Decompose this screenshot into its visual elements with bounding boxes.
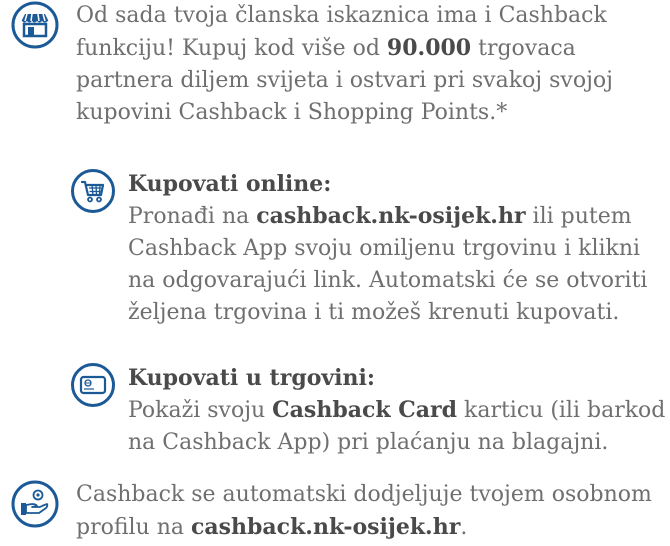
profile-link[interactable]: cashback.nk-osijek.hr <box>191 514 460 540</box>
storefront-icon <box>10 0 60 50</box>
store-heading: Kupovati u trgovini: <box>128 365 375 391</box>
online-text: Kupovati online: Pronađi na cashback.nk-… <box>128 168 670 329</box>
footer-section: Cashback se automatski dodjeljuje tvojem… <box>10 479 670 544</box>
card-icon <box>70 362 116 408</box>
intro-section: Od sada tvoja članska iskaznica ima i Ca… <box>10 0 670 129</box>
hand-coin-icon <box>10 479 60 529</box>
cashback-link[interactable]: cashback.nk-osijek.hr <box>256 203 525 229</box>
intro-text: Od sada tvoja članska iskaznica ima i Ca… <box>76 3 613 125</box>
store-section: Kupovati u trgovini: Pokaži svoju Cashba… <box>70 362 670 459</box>
shopping-cart-icon <box>70 168 116 214</box>
partner-count: 90.000 <box>386 35 472 61</box>
online-heading: Kupovati online: <box>128 171 332 197</box>
footer-text: Cashback se automatski dodjeljuje tvojem… <box>76 482 652 540</box>
store-text: Kupovati u trgovini: Pokaži svoju Cashba… <box>128 362 670 459</box>
cashback-card-label: Cashback Card <box>272 397 457 423</box>
online-section: Kupovati online: Pronađi na cashback.nk-… <box>70 168 670 329</box>
